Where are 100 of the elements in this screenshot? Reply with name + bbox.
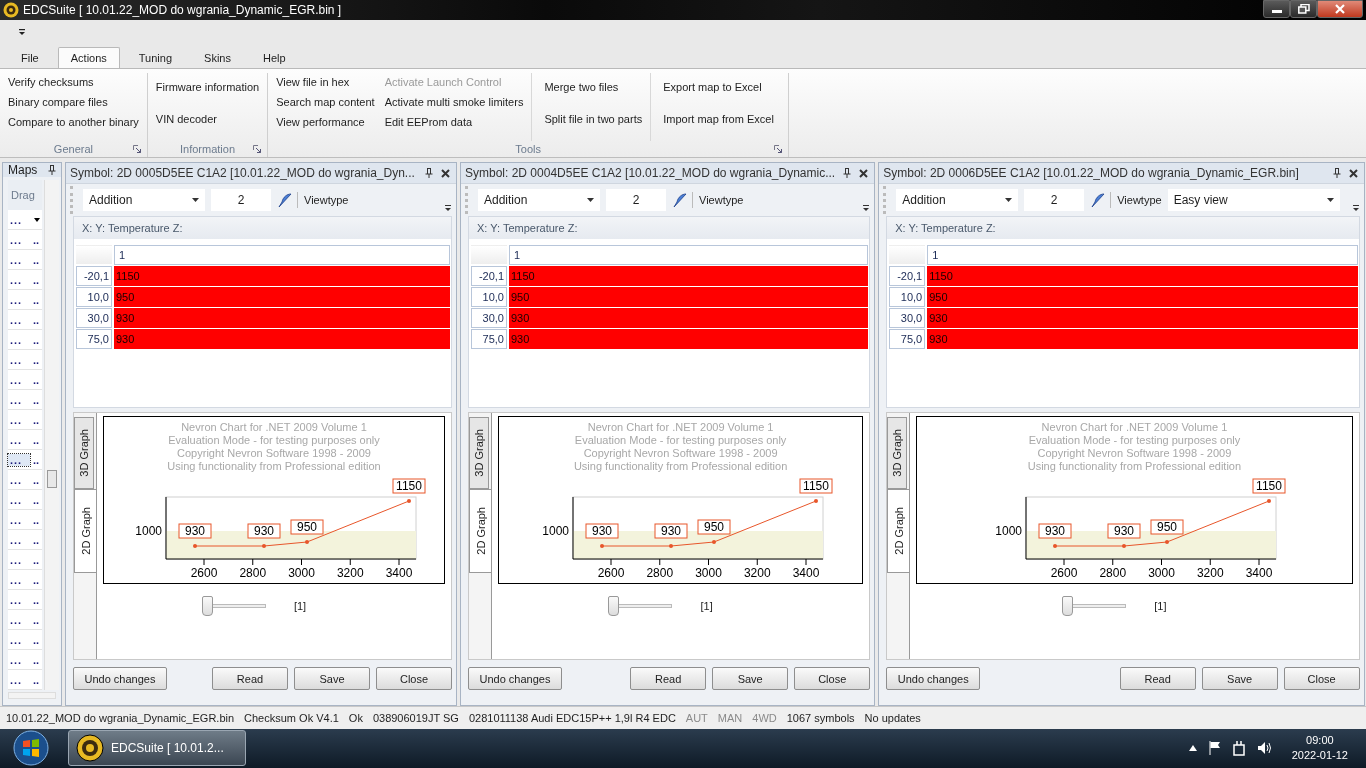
minimize-button[interactable] — [1263, 0, 1290, 18]
table-cell[interactable]: ... — [8, 413, 30, 426]
clock[interactable]: 09:00 2022-01-12 — [1291, 733, 1348, 764]
panel-button[interactable]: Read — [630, 667, 707, 691]
graph-tab[interactable]: 3D Graph — [469, 417, 489, 490]
table-cell[interactable]: 950 — [927, 287, 1358, 308]
panel-button[interactable]: Close — [1283, 667, 1360, 691]
flag-icon[interactable] — [1208, 741, 1221, 756]
close-button[interactable] — [1317, 0, 1363, 18]
dialog-launcher-icon[interactable] — [774, 145, 783, 154]
table-cell[interactable]: ... — [8, 473, 30, 486]
feather-icon[interactable] — [1090, 192, 1112, 209]
ribbon-command[interactable]: Import map from Excel — [661, 109, 776, 130]
table-cell[interactable]: ... — [8, 453, 30, 466]
table-cell[interactable]: ... — [8, 273, 30, 286]
table-cell[interactable]: 930 — [927, 308, 1358, 329]
table-cell[interactable]: 1150 — [509, 266, 869, 287]
pin-icon[interactable] — [48, 165, 56, 176]
slider[interactable] — [1062, 596, 1127, 617]
dialog-launcher-icon[interactable] — [132, 145, 141, 154]
ribbon-tab[interactable]: Skins — [191, 46, 244, 68]
ribbon-command[interactable]: Export map to Excel — [661, 78, 776, 99]
close-icon[interactable] — [441, 168, 450, 178]
panel-button[interactable]: Close — [376, 667, 452, 691]
close-icon[interactable] — [1348, 168, 1358, 178]
table-cell[interactable]: ... — [8, 533, 30, 546]
panel-button[interactable]: Save — [712, 667, 789, 691]
table-cell[interactable]: ... — [8, 493, 30, 506]
table-cell[interactable]: 1150 — [927, 266, 1358, 287]
ribbon-command[interactable]: View file in hex — [274, 72, 377, 93]
operand-field[interactable]: 2 — [1024, 189, 1085, 212]
toolbar-overflow-icon[interactable] — [862, 203, 871, 213]
show-hidden-icons-icon[interactable] — [1188, 745, 1197, 752]
table-cell[interactable]: ... — [8, 293, 30, 306]
table-cell[interactable]: 930 — [114, 329, 450, 350]
pin-icon[interactable] — [843, 168, 852, 179]
feather-icon[interactable] — [672, 192, 693, 209]
ribbon-tab[interactable]: Help — [249, 46, 299, 68]
panel-button[interactable]: Save — [294, 667, 370, 691]
ribbon-command[interactable]: Firmware information — [153, 78, 262, 99]
graph-tab[interactable]: 3D Graph — [74, 417, 94, 490]
ribbon-command[interactable]: View performance — [274, 112, 377, 133]
ribbon-tab[interactable]: Actions — [57, 46, 120, 68]
ribbon-command[interactable]: Activate multi smoke limiters — [382, 92, 526, 113]
table-cell[interactable]: ... — [8, 393, 30, 406]
table-cell[interactable]: ... — [8, 373, 30, 386]
ribbon-command[interactable]: VIN decoder — [153, 109, 262, 130]
operation-dropdown[interactable]: Addition — [896, 189, 1019, 212]
table-cell[interactable]: ... — [8, 613, 30, 626]
panel-button[interactable]: Read — [1119, 667, 1196, 691]
dialog-launcher-icon[interactable] — [253, 145, 262, 154]
table-cell[interactable]: ... — [8, 593, 30, 606]
slider[interactable] — [201, 596, 266, 617]
panel-button[interactable]: Undo changes — [73, 667, 167, 691]
table-cell[interactable]: 930 — [509, 329, 869, 350]
ribbon-tab[interactable]: Tuning — [125, 46, 186, 68]
table-cell[interactable]: 1150 — [114, 266, 450, 287]
table-cell[interactable]: ... — [8, 653, 30, 666]
table-cell[interactable]: ... — [8, 633, 30, 646]
horizontal-scrollbar[interactable] — [8, 692, 56, 700]
table-cell[interactable]: 950 — [114, 287, 450, 308]
table-cell[interactable]: 930 — [927, 329, 1358, 350]
volume-icon[interactable] — [1256, 741, 1272, 756]
close-icon[interactable] — [859, 168, 869, 178]
panel-button[interactable]: Read — [212, 667, 288, 691]
ribbon-tab[interactable]: File — [8, 46, 52, 68]
ribbon-command[interactable]: Binary compare files — [6, 92, 141, 113]
ribbon-command[interactable]: Edit EEProm data — [382, 112, 526, 133]
table-cell[interactable]: ... — [8, 513, 30, 526]
panel-button[interactable]: Close — [794, 667, 871, 691]
vertical-scrollbar[interactable] — [44, 180, 59, 691]
table-cell[interactable]: ... — [8, 673, 30, 686]
table-cell[interactable]: ... — [8, 353, 30, 366]
power-icon[interactable] — [1232, 740, 1245, 756]
ribbon-command[interactable]: Split file in two parts — [542, 109, 645, 130]
graph-tab[interactable]: 2D Graph — [74, 489, 96, 574]
graph-tab[interactable]: 3D Graph — [887, 417, 908, 490]
table-cell[interactable]: ... — [8, 333, 30, 346]
table-cell[interactable]: ... — [8, 213, 30, 226]
customize-toolbar-icon[interactable] — [18, 27, 26, 36]
operation-dropdown[interactable]: Addition — [478, 189, 600, 212]
operation-dropdown[interactable]: Addition — [83, 189, 205, 212]
ribbon-command[interactable]: Compare to another binary — [6, 112, 141, 133]
table-cell[interactable]: ... — [8, 233, 30, 246]
table-cell[interactable]: ... — [8, 553, 30, 566]
operand-field[interactable]: 2 — [606, 189, 666, 212]
panel-button[interactable]: Undo changes — [468, 667, 562, 691]
start-button[interactable] — [12, 729, 50, 768]
graph-tab[interactable]: 2D Graph — [887, 489, 910, 574]
table-cell[interactable]: ... — [8, 433, 30, 446]
pin-icon[interactable] — [425, 168, 433, 179]
table-cell[interactable]: 950 — [509, 287, 869, 308]
feather-icon[interactable] — [277, 192, 298, 209]
ribbon-command[interactable]: Merge two files — [542, 78, 645, 99]
restore-button[interactable] — [1290, 0, 1317, 18]
viewtype-dropdown[interactable]: Easy view — [1167, 189, 1340, 212]
toolbar-overflow-icon[interactable] — [444, 203, 452, 213]
ribbon-command[interactable]: Search map content — [274, 92, 377, 113]
table-cell[interactable]: ... — [8, 253, 30, 266]
table-cell[interactable]: ... — [8, 313, 30, 326]
